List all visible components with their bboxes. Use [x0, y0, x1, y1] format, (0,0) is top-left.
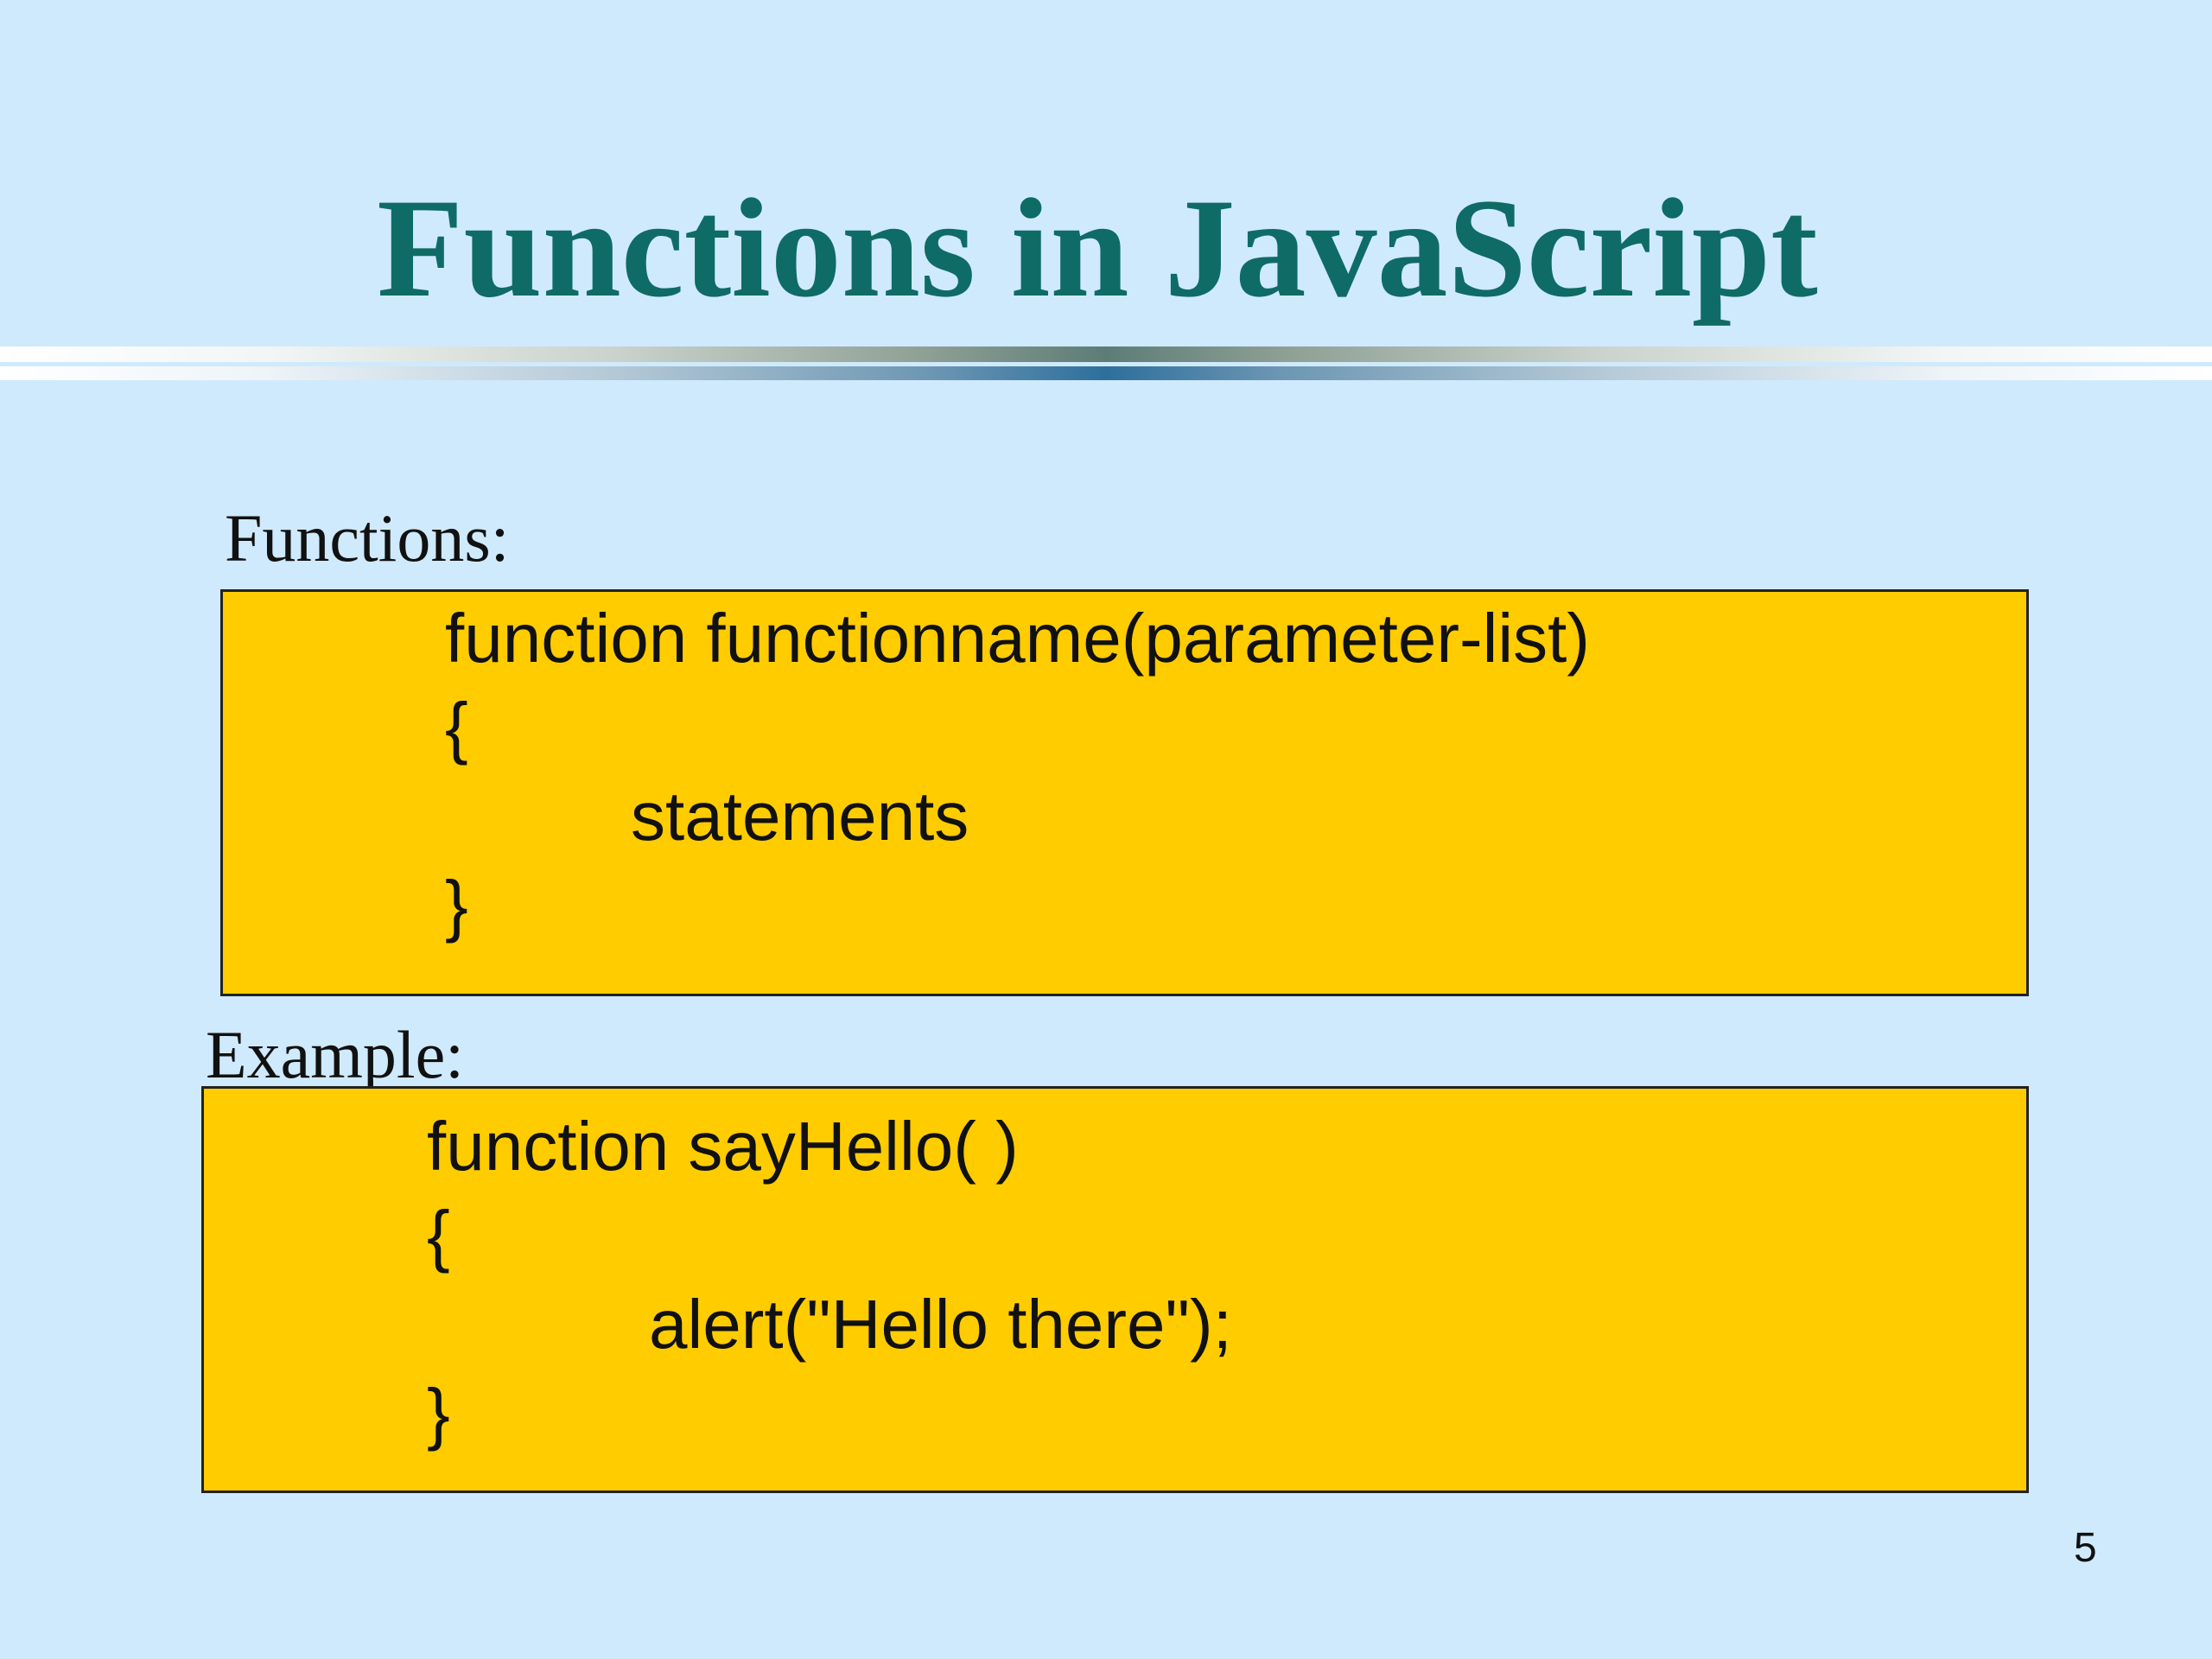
example-code-line: function sayHello( )	[427, 1108, 1019, 1185]
syntax-code-box: function functionname(parameter-list) { …	[220, 589, 2029, 996]
syntax-code-line: {	[445, 689, 468, 766]
syntax-code-line: }	[445, 867, 468, 944]
divider-bar-top	[0, 346, 2212, 362]
divider-bar-bottom	[0, 366, 2212, 380]
example-label: Example:	[206, 1017, 464, 1092]
example-code-line: {	[427, 1197, 450, 1274]
slide: Functions in JavaScript Functions: funct…	[0, 0, 2212, 1659]
slide-title: Functions in JavaScript	[377, 170, 1818, 327]
example-code-line: alert("Hello there");	[649, 1286, 1232, 1363]
syntax-code-line: statements	[631, 778, 969, 855]
syntax-code-line: function functionname(parameter-list)	[445, 600, 1591, 677]
title-divider	[0, 342, 2212, 385]
page-number: 5	[2074, 1525, 2097, 1571]
syntax-label: Functions:	[225, 500, 510, 575]
example-code-line: }	[427, 1375, 450, 1452]
example-code-box: function sayHello( ) { alert("Hello ther…	[201, 1086, 2029, 1493]
